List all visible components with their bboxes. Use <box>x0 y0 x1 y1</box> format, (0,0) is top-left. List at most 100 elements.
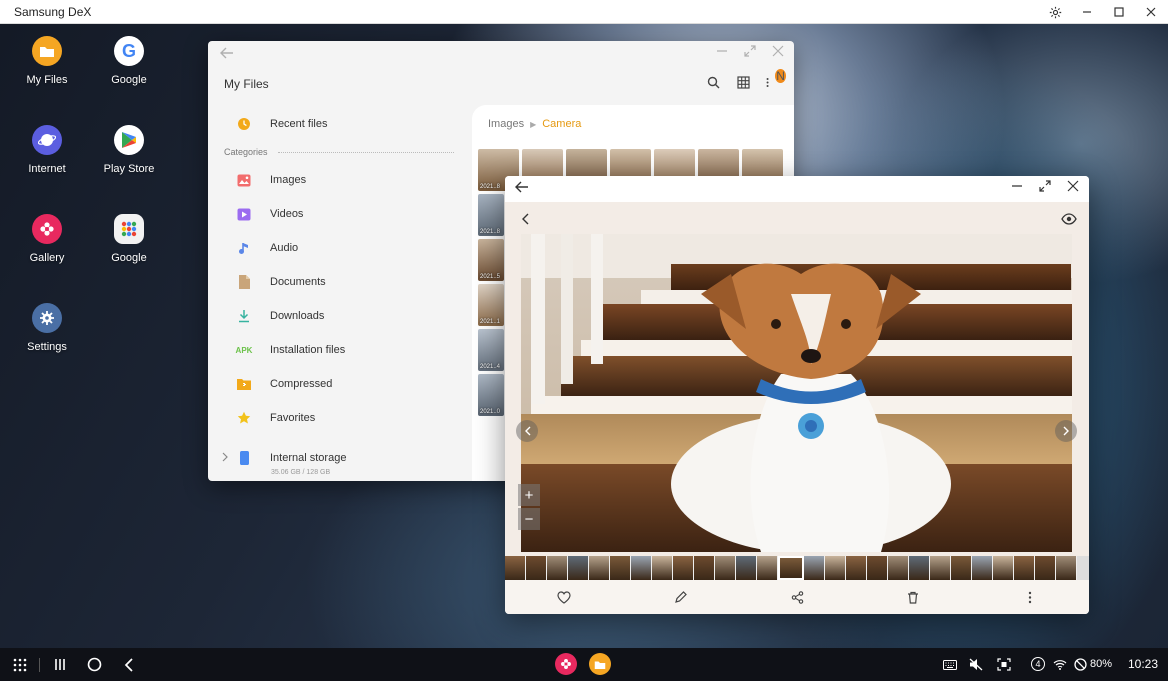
do-not-disturb-icon[interactable] <box>1072 655 1088 674</box>
minimize-icon[interactable] <box>716 45 728 60</box>
maximize-icon[interactable] <box>744 45 756 60</box>
desktop-icon-play-store[interactable]: Play Store <box>88 125 170 175</box>
dex-close-icon[interactable] <box>1142 3 1160 21</box>
zoom-out-button[interactable]: − <box>518 508 540 530</box>
desktop-icon-gallery[interactable]: Gallery <box>6 214 88 264</box>
taskbar-gallery-icon[interactable] <box>555 653 577 675</box>
next-image-button[interactable] <box>1055 420 1077 442</box>
back-arrow-icon[interactable] <box>220 46 234 62</box>
chevron-right-icon[interactable] <box>222 449 228 467</box>
filmstrip-thumbnail[interactable] <box>589 556 610 580</box>
close-icon[interactable] <box>1067 180 1079 195</box>
back-icon[interactable] <box>120 655 136 674</box>
filmstrip-thumbnail[interactable] <box>951 556 972 580</box>
photo-thumbnail[interactable]: 2021..4 <box>478 329 504 371</box>
app-drawer-icon[interactable] <box>12 655 28 674</box>
desktop-icon-label: My Files <box>26 74 68 86</box>
music-note-icon <box>234 241 254 255</box>
filmstrip-thumbnail[interactable] <box>673 556 694 580</box>
image-viewer-window: + − <box>505 176 1089 614</box>
filmstrip-thumbnail[interactable] <box>1014 556 1035 580</box>
filmstrip-thumbnail[interactable] <box>547 556 568 580</box>
filmstrip-thumbnail[interactable] <box>972 556 993 580</box>
filmstrip-thumbnail[interactable] <box>846 556 867 580</box>
keyboard-icon[interactable] <box>942 655 958 674</box>
filmstrip-thumbnail[interactable] <box>825 556 846 580</box>
nav-item-favorites[interactable]: Favorites <box>220 401 460 435</box>
screen-capture-icon[interactable] <box>996 655 1012 674</box>
zoom-in-button[interactable]: + <box>518 484 540 506</box>
filmstrip-thumbnail[interactable] <box>867 556 888 580</box>
mute-icon[interactable] <box>968 655 984 674</box>
breadcrumb-current[interactable]: Camera <box>542 118 581 130</box>
maximize-icon[interactable] <box>1039 180 1051 195</box>
clock-time[interactable]: 10:23 <box>1128 657 1158 671</box>
filmstrip-thumbnail[interactable] <box>505 556 526 580</box>
search-icon[interactable] <box>706 75 720 89</box>
desktop-icon-google-folder[interactable]: Google <box>88 214 170 264</box>
desktop-icon-internet[interactable]: Internet <box>6 125 88 175</box>
filmstrip-thumbnail[interactable] <box>694 556 715 580</box>
nav-item-internal-storage[interactable]: Internal storage <box>220 441 460 475</box>
photo-thumbnail[interactable]: 2021..8 <box>478 194 504 236</box>
photo-thumbnail[interactable]: 2021..1 <box>478 284 504 326</box>
document-icon <box>234 275 254 289</box>
previous-image-button[interactable] <box>516 420 538 442</box>
thumbnail-label: 2021..5 <box>480 274 501 280</box>
dex-maximize-icon[interactable] <box>1110 3 1128 21</box>
filmstrip-thumbnail[interactable] <box>909 556 930 580</box>
nav-item-images[interactable]: Images <box>220 163 460 197</box>
dex-settings-icon[interactable] <box>1046 3 1064 21</box>
dex-title-bar: Samsung DeX <box>0 0 1168 24</box>
photo-thumbnail[interactable]: 2021..5 <box>478 239 504 281</box>
filmstrip-thumbnail[interactable] <box>993 556 1014 580</box>
eye-icon[interactable] <box>1061 212 1077 230</box>
minimize-icon[interactable] <box>1011 180 1023 195</box>
more-options-icon[interactable] <box>1022 589 1038 605</box>
more-options-icon[interactable]: N <box>766 69 786 89</box>
nav-item-documents[interactable]: Documents <box>220 265 460 299</box>
delete-trash-icon[interactable] <box>905 589 921 605</box>
edit-pencil-icon[interactable] <box>672 589 688 605</box>
nav-item-recent-files[interactable]: Recent files <box>220 107 460 141</box>
breadcrumb-root[interactable]: Images <box>488 118 524 130</box>
filmstrip-thumbnail[interactable] <box>568 556 589 580</box>
filmstrip-thumbnail[interactable] <box>526 556 547 580</box>
nav-item-audio[interactable]: Audio <box>220 231 460 265</box>
desktop-icon-my-files[interactable]: My Files <box>6 36 88 86</box>
filmstrip <box>505 556 1089 580</box>
filmstrip-thumbnail[interactable] <box>631 556 652 580</box>
filmstrip-thumbnail[interactable] <box>652 556 673 580</box>
share-icon[interactable] <box>789 589 805 605</box>
internet-icon <box>32 125 62 155</box>
nav-item-videos[interactable]: Videos <box>220 197 460 231</box>
dex-minimize-icon[interactable] <box>1078 3 1096 21</box>
filmstrip-thumbnail[interactable] <box>715 556 736 580</box>
filmstrip-thumbnail[interactable] <box>757 556 778 580</box>
home-icon[interactable] <box>85 655 103 674</box>
filmstrip-selected-thumbnail[interactable] <box>778 556 804 580</box>
recent-apps-icon[interactable] <box>52 655 68 674</box>
taskbar-my-files-icon[interactable] <box>589 653 611 675</box>
filmstrip-thumbnail[interactable] <box>1056 556 1077 580</box>
filmstrip-thumbnail[interactable] <box>610 556 631 580</box>
desktop-icon-google[interactable]: G Google <box>88 36 170 86</box>
nav-item-compressed[interactable]: Compressed <box>220 367 460 401</box>
desktop-icon-label: Internet <box>28 163 66 175</box>
filmstrip-thumbnail[interactable] <box>804 556 825 580</box>
filmstrip-thumbnail[interactable] <box>930 556 951 580</box>
wifi-icon[interactable] <box>1052 655 1068 674</box>
grid-view-icon[interactable] <box>736 75 750 89</box>
notification-count-badge[interactable]: 4 <box>1031 657 1045 671</box>
close-icon[interactable] <box>772 45 784 60</box>
filmstrip-thumbnail[interactable] <box>736 556 757 580</box>
filmstrip-thumbnail[interactable] <box>1035 556 1056 580</box>
photo-thumbnail[interactable]: 2021..0 <box>478 374 504 416</box>
chevron-left-icon[interactable] <box>521 212 529 230</box>
filmstrip-thumbnail[interactable] <box>888 556 909 580</box>
back-arrow-icon[interactable] <box>515 181 529 196</box>
nav-item-installation-files[interactable]: APK Installation files <box>220 333 460 367</box>
desktop-icon-settings[interactable]: Settings <box>6 303 88 353</box>
nav-item-downloads[interactable]: Downloads <box>220 299 460 333</box>
favorite-heart-icon[interactable] <box>556 589 572 605</box>
